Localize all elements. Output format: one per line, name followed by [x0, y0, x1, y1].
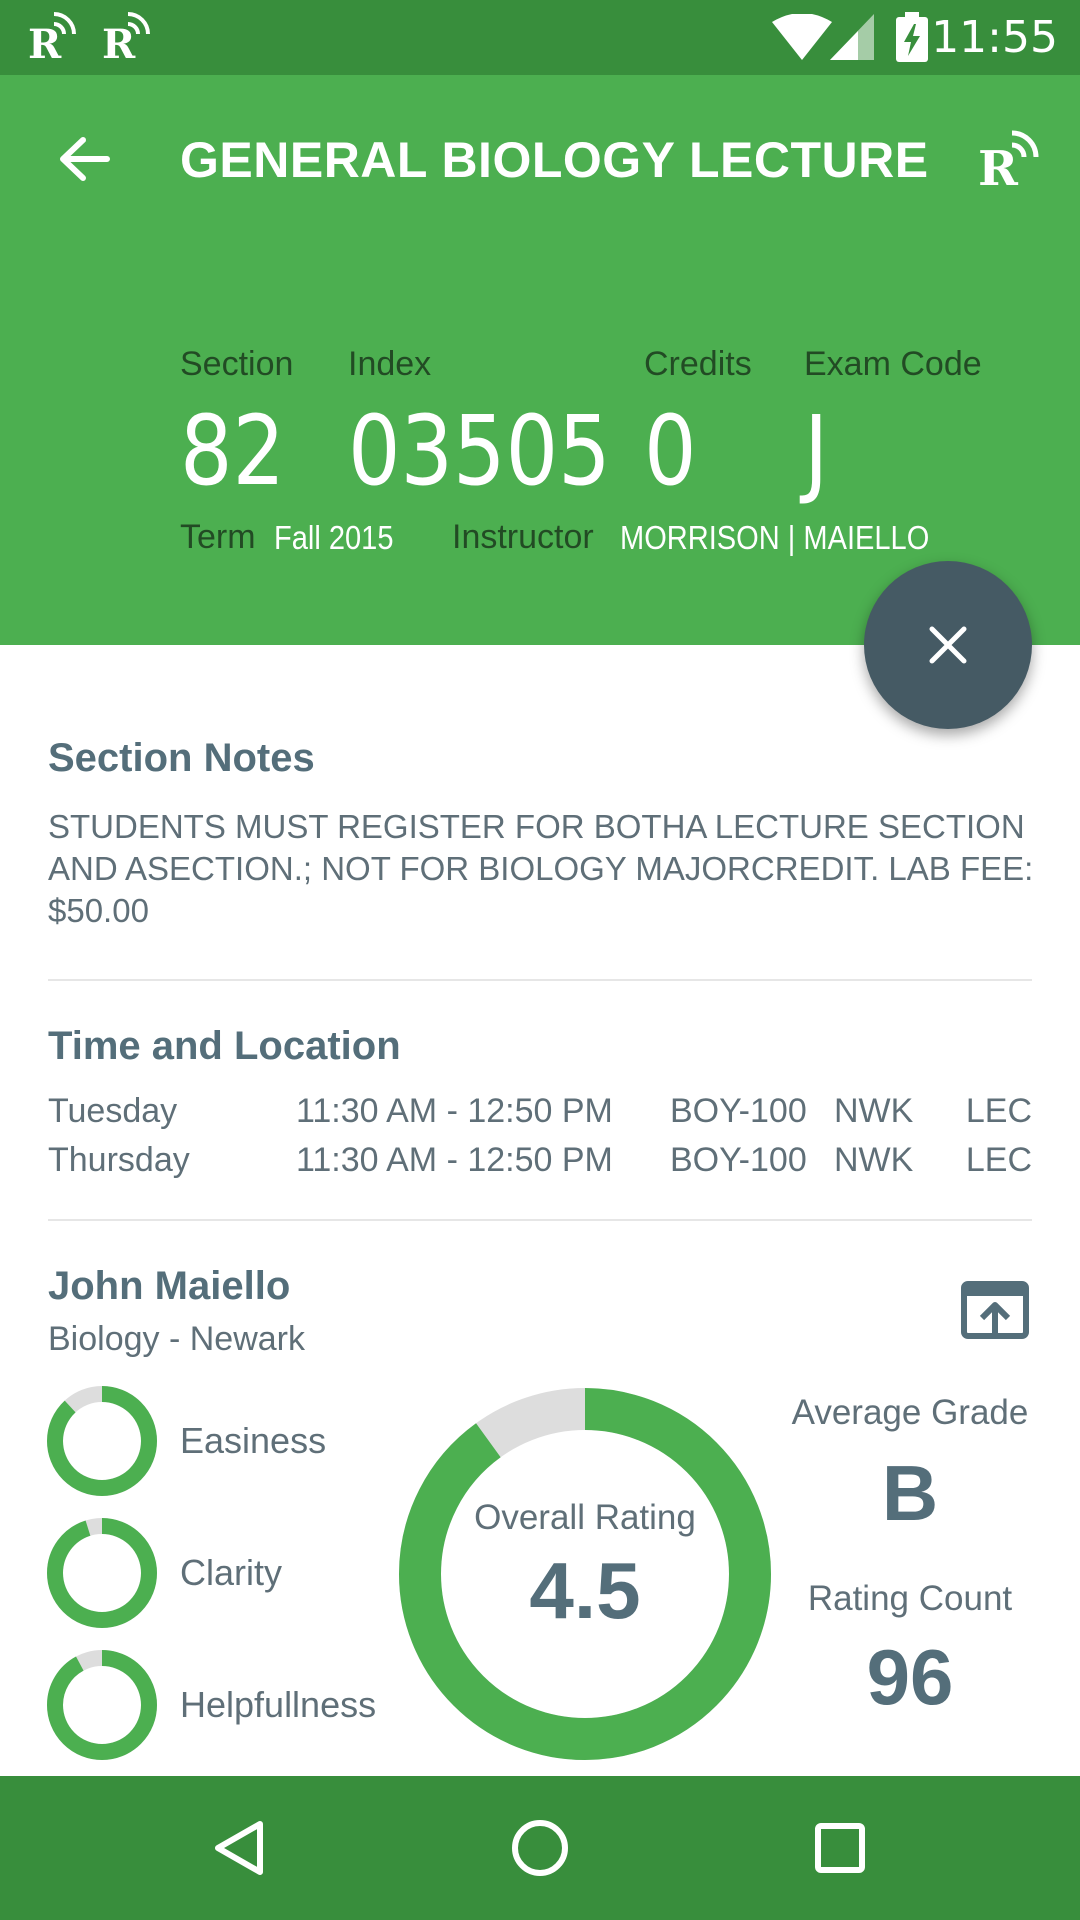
rate-app-icon[interactable]: R [976, 127, 1040, 191]
app-notification-icon: R [28, 12, 76, 66]
divider [48, 979, 1032, 981]
credits-label: Credits [644, 345, 752, 383]
svg-text:R: R [102, 21, 136, 66]
term-value: Fall 2015 [274, 519, 394, 556]
nav-back-icon[interactable] [204, 1812, 276, 1884]
section-value: 82 [180, 395, 286, 507]
easiness-label: Easiness [180, 1420, 327, 1461]
svg-text:R: R [28, 21, 62, 66]
clarity-label: Clarity [180, 1552, 283, 1593]
rating-count-value: 96 [866, 1633, 954, 1721]
credits-value: 0 [644, 395, 697, 507]
time-location-title: Time and Location [48, 1024, 401, 1068]
nav-home-icon[interactable] [504, 1812, 576, 1884]
overall-rating-value: 4.5 [529, 1546, 641, 1635]
status-time: 11:55 [931, 12, 1058, 63]
schedule-campus: NWK [834, 1092, 914, 1130]
navigation-bar [0, 1776, 1080, 1920]
back-button[interactable] [50, 125, 118, 193]
app-notification-icon: R [102, 12, 150, 66]
easiness-ring [47, 1386, 157, 1496]
schedule-row: Tuesday 11:30 AM - 12:50 PM BOY-100 NWK … [48, 1092, 1032, 1136]
index-value: 03505 [348, 395, 611, 507]
schedule-room: BOY-100 [670, 1092, 807, 1130]
instructor-value: MORRISON | MAIELLO [620, 519, 930, 556]
close-fab-button[interactable] [864, 561, 1032, 729]
arrow-back-icon [60, 137, 110, 181]
schedule-time: 11:30 AM - 12:50 PM [296, 1092, 613, 1130]
schedule-day: Tuesday [48, 1092, 178, 1130]
rating-count-label: Rating Count [807, 1579, 1013, 1618]
average-grade-label: Average Grade [791, 1393, 1029, 1432]
clarity-ring [47, 1518, 157, 1628]
schedule-day: Thursday [48, 1141, 190, 1179]
section-notes-title: Section Notes [48, 736, 315, 780]
instructor-name: John Maiello [48, 1264, 291, 1308]
course-header: GENERAL BIOLOGY LECTURE R Section 82 Ind… [0, 75, 1080, 645]
schedule-row: Thursday 11:30 AM - 12:50 PM BOY-100 NWK… [48, 1141, 1032, 1185]
schedule-campus: NWK [834, 1141, 914, 1179]
page-title: GENERAL BIOLOGY LECTURE [180, 132, 929, 188]
average-grade-value: B [881, 1449, 939, 1537]
instructor-label: Instructor [452, 518, 594, 556]
schedule-type: LEC [965, 1092, 1032, 1130]
section-label: Section [180, 345, 294, 383]
helpfullness-label: Helpfullness [180, 1684, 377, 1725]
close-icon [929, 626, 967, 664]
wifi-icon [772, 14, 832, 60]
section-notes-text: STUDENTS MUST REGISTER FOR BOTHA LECTURE… [48, 808, 1034, 929]
divider [48, 1219, 1032, 1221]
index-label: Index [348, 345, 432, 383]
schedule-room: BOY-100 [670, 1141, 807, 1179]
schedule-time: 11:30 AM - 12:50 PM [296, 1141, 613, 1179]
nav-recents-icon[interactable] [804, 1812, 876, 1884]
overall-rating-label: Overall Rating [474, 1498, 696, 1537]
status-bar: R R 11:55 [0, 0, 1080, 75]
exam-code-value: J [804, 395, 829, 507]
open-in-browser-icon[interactable] [960, 1280, 1030, 1340]
cell-signal-icon [830, 14, 874, 60]
instructor-department: Biology - Newark [48, 1320, 305, 1358]
term-label: Term [180, 518, 256, 556]
helpfullness-ring [47, 1650, 157, 1760]
svg-text:R: R [978, 141, 1019, 191]
schedule-type: LEC [965, 1141, 1032, 1179]
battery-charging-icon [896, 12, 928, 62]
exam-code-label: Exam Code [804, 345, 982, 383]
